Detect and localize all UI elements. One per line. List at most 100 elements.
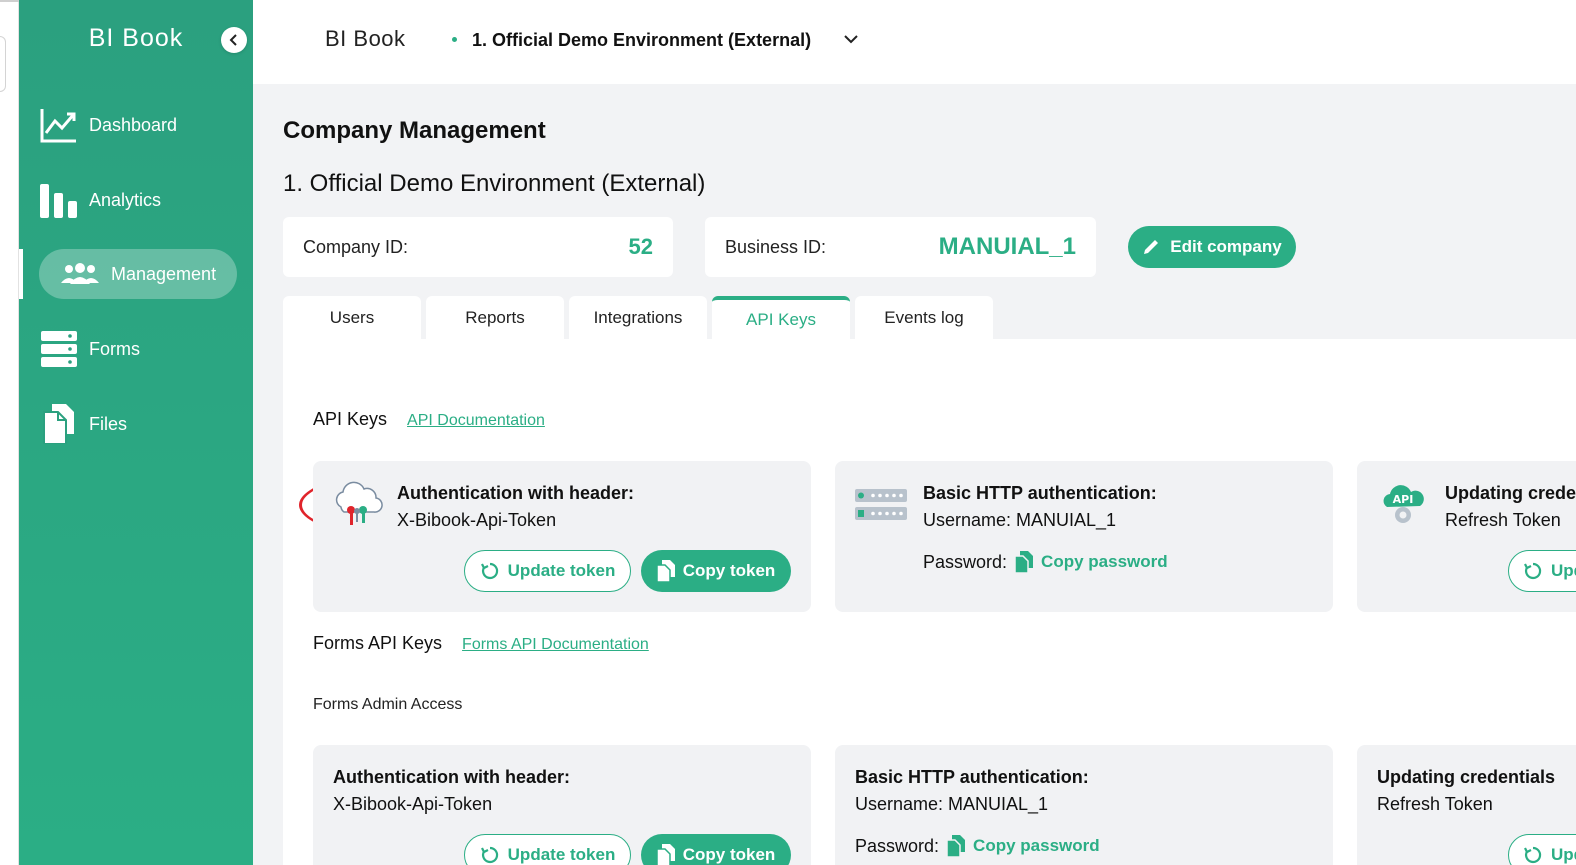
copy-password-button[interactable]: Copy password [1015, 551, 1168, 573]
refresh-icon [480, 846, 498, 864]
sidebar-item-dashboard[interactable]: Dashboard [39, 100, 177, 150]
users-icon [59, 254, 101, 294]
copy-icon [947, 835, 966, 857]
sidebar-brand[interactable]: BI Book [19, 24, 253, 53]
update-credentials-card: API Updating credentials Refresh Token U… [1357, 461, 1576, 612]
chart-line-icon [39, 105, 79, 145]
tab-integrations[interactable]: Integrations [569, 296, 707, 339]
api-documentation-link[interactable]: API Documentation [407, 412, 545, 430]
forms-api-keys-heading: Forms API Keys Forms API Documentation [313, 633, 649, 654]
copy-token-button[interactable]: Copy token [641, 550, 791, 592]
update-credentials-title: Updating credentials [1445, 483, 1576, 503]
topbar: BI Book 1. Official Demo Environment (Ex… [253, 0, 1576, 84]
forms-update-refresh-token-label: Update [1551, 845, 1576, 864]
sidebar-item-forms[interactable]: Forms [39, 324, 140, 374]
server-stack-icon [39, 329, 79, 369]
forms-update-credentials-title: Updating credentials [1377, 767, 1556, 787]
copy-icon [1015, 551, 1034, 573]
refresh-icon [1524, 846, 1542, 864]
sidebar-item-analytics[interactable]: Analytics [39, 175, 161, 225]
update-refresh-token-button[interactable]: Update [1508, 550, 1576, 592]
edit-company-label: Edit company [1170, 237, 1282, 256]
password-label: Password: [923, 551, 1008, 572]
sidebar-item-label: Forms [89, 338, 140, 359]
chevron-down-icon[interactable] [843, 30, 859, 53]
basic-auth-username: Username: MANUIAL_1 [923, 510, 1117, 530]
forms-basic-auth-title: Basic HTTP authentication: [855, 767, 1089, 787]
forms-update-token-button[interactable]: Update token [464, 834, 631, 865]
company-id-value: 52 [628, 234, 653, 259]
bar-chart-icon [39, 180, 79, 220]
forms-copy-token-button[interactable]: Copy token [641, 834, 791, 865]
tab-reports[interactable]: Reports [426, 296, 564, 339]
forms-header-auth-title: Authentication with header: [333, 767, 571, 787]
svg-text:API: API [1393, 493, 1414, 506]
update-token-label: Update token [507, 561, 616, 580]
pencil-icon [1144, 240, 1159, 254]
business-id-value: MANUIAL_1 [938, 233, 1076, 260]
outer-window-strip [0, 0, 19, 865]
api-keys-title: API Keys [313, 409, 388, 429]
copy-icon [656, 844, 675, 865]
forms-api-keys-title: Forms API Keys [313, 633, 443, 653]
api-keys-panel: API Keys API Documentation Authenticatio… [283, 339, 1576, 865]
cloud-key-icon [331, 481, 383, 532]
forms-update-credentials-card: Updating credentials Refresh Token Updat… [1357, 745, 1576, 865]
sidebar-item-label: Dashboard [89, 114, 178, 135]
active-indicator [19, 249, 23, 299]
refresh-icon [1524, 562, 1542, 580]
forms-header-auth-card: Authentication with header: X-Bibook-Api… [313, 745, 811, 865]
page-title: Company Management [283, 117, 546, 144]
forms-update-token-label: Update token [507, 845, 616, 864]
sidebar-item-files[interactable]: Files [39, 399, 127, 449]
forms-copy-token-label: Copy token [682, 845, 776, 864]
forms-basic-auth-card: Basic HTTP authentication: Username: MAN… [835, 745, 1333, 865]
tab-users[interactable]: Users [283, 296, 421, 339]
forms-api-documentation-link[interactable]: Forms API Documentation [462, 636, 649, 654]
sidebar-item-label: Analytics [89, 189, 162, 210]
sidebar-item-management[interactable]: Management [39, 249, 237, 299]
sidebar-collapse-button[interactable] [221, 27, 247, 53]
outer-divider [0, 0, 19, 2]
api-cloud-gear-icon: API [1379, 481, 1427, 532]
update-refresh-token-label: Update [1551, 561, 1576, 580]
copy-token-label: Copy token [682, 561, 776, 580]
forms-refresh-token-label: Refresh Token [1377, 794, 1493, 814]
company-id-card: Company ID: 52 [283, 217, 673, 277]
password-fields-icon [855, 489, 907, 528]
header-auth-card: Authentication with header: X-Bibook-Api… [313, 461, 811, 612]
header-auth-token-name: X-Bibook-Api-Token [397, 510, 557, 530]
files-icon [39, 404, 79, 444]
basic-auth-card: Basic HTTP authentication: Username: MAN… [835, 461, 1333, 612]
sidebar-item-label: Files [89, 413, 128, 434]
tab-api-keys[interactable]: API Keys [712, 296, 850, 339]
refresh-token-label: Refresh Token [1445, 510, 1561, 530]
copy-icon [656, 560, 675, 582]
refresh-icon [480, 562, 498, 580]
environment-selector[interactable]: 1. Official Demo Environment (External) [472, 30, 811, 51]
forms-password-label: Password: [855, 835, 940, 856]
forms-copy-password-label: Copy password [973, 836, 1100, 855]
business-id-label: Business ID: [725, 236, 827, 257]
main-content: Company Management 1. Official Demo Envi… [253, 84, 1576, 865]
header-auth-title: Authentication with header: [397, 483, 635, 503]
sidebar: BI Book Dashboard Analytics Management F… [19, 0, 253, 865]
copy-password-label: Copy password [1041, 552, 1168, 571]
forms-basic-auth-username: Username: MANUIAL_1 [855, 794, 1049, 814]
basic-auth-title: Basic HTTP authentication: [923, 483, 1157, 503]
forms-copy-password-button[interactable]: Copy password [947, 835, 1100, 857]
business-id-card: Business ID: MANUIAL_1 [705, 217, 1096, 277]
company-name: 1. Official Demo Environment (External) [283, 170, 706, 197]
forms-admin-access-label: Forms Admin Access [313, 696, 463, 713]
topbar-app-name: BI Book [325, 26, 406, 51]
update-token-button[interactable]: Update token [464, 550, 631, 592]
edit-company-button[interactable]: Edit company [1128, 226, 1296, 268]
forms-update-refresh-token-button[interactable]: Update [1508, 834, 1576, 865]
forms-header-auth-token-name: X-Bibook-Api-Token [333, 794, 493, 814]
forms-basic-auth-password-row: Password: Copy password [855, 835, 1100, 857]
chevron-left-icon [229, 34, 237, 46]
api-keys-heading: API Keys API Documentation [313, 409, 545, 430]
sidebar-item-label: Management [111, 263, 217, 284]
tab-events-log[interactable]: Events log [855, 296, 993, 339]
environment-status-dot [452, 37, 457, 42]
